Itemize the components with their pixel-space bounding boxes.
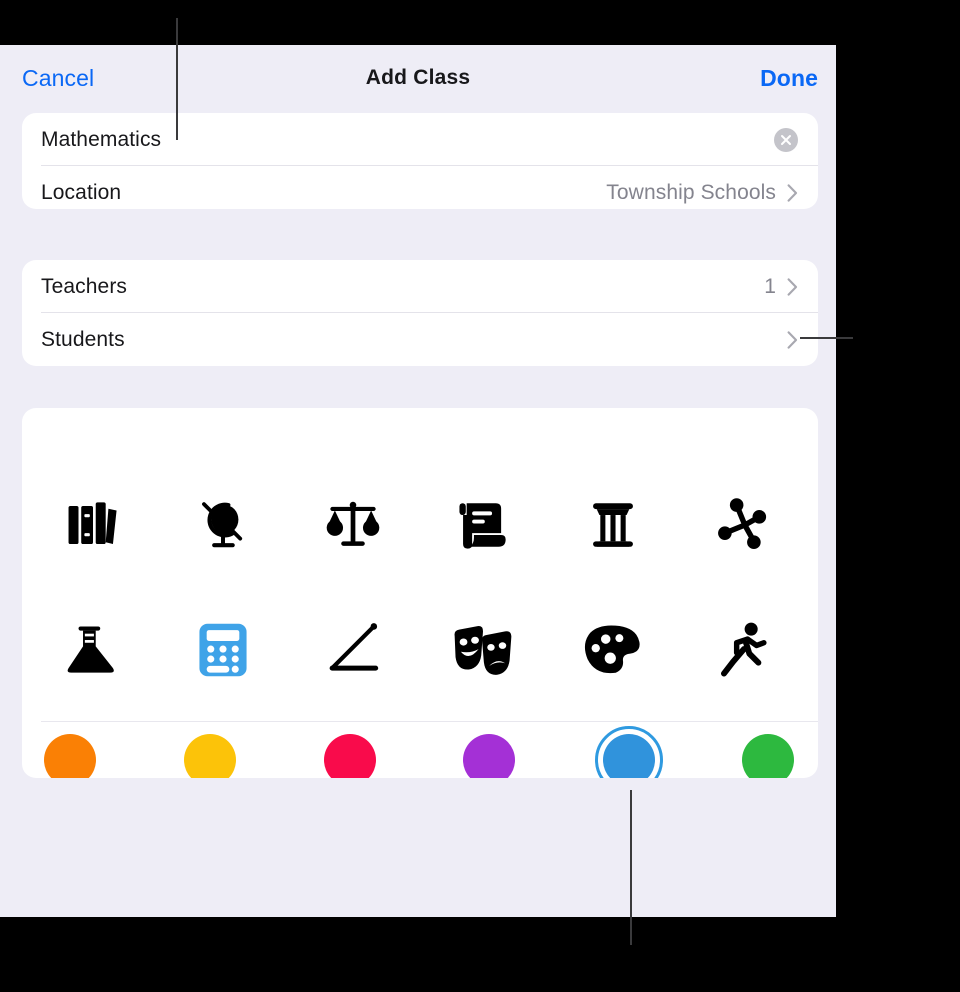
chevron-right-icon (787, 330, 798, 349)
runner-icon[interactable] (695, 602, 791, 698)
screenshot-root: Cancel Add Class Done Mathematics Locati… (0, 0, 960, 992)
modal-navbar: Cancel Add Class Done (0, 45, 836, 113)
students-label: Students (41, 327, 125, 351)
books-icon[interactable] (45, 477, 141, 573)
callout-students-row (800, 337, 853, 339)
callout-name-field (176, 18, 178, 140)
teachers-row[interactable]: Teachers 1 (22, 260, 818, 313)
page-title: Add Class (365, 66, 471, 89)
done-button[interactable]: Done (760, 65, 818, 92)
icon-color-picker-card (22, 408, 818, 778)
scales-glyph (326, 501, 380, 546)
globe-glyph (202, 502, 243, 548)
books-glyph (68, 502, 117, 545)
angle-glyph (329, 623, 379, 671)
masks-glyph (454, 625, 512, 675)
color-swatch-orange[interactable] (44, 734, 96, 778)
color-swatch-green[interactable] (742, 734, 794, 778)
runner-glyph (721, 622, 767, 677)
students-row[interactable]: Students (22, 313, 818, 366)
column-icon[interactable] (565, 477, 661, 573)
location-value: Township Schools (606, 180, 776, 204)
molecule-icon[interactable] (695, 477, 791, 573)
class-info-card: Mathematics Location Township Schools (22, 113, 818, 209)
clear-circle-icon[interactable] (774, 127, 798, 152)
chevron-right-icon (787, 277, 798, 296)
scroll-glyph (459, 503, 506, 549)
column-glyph (593, 503, 633, 547)
location-row[interactable]: Location Township Schools (22, 166, 818, 209)
roster-card: Teachers 1 Students (22, 260, 818, 366)
palette-glyph (584, 625, 640, 674)
molecule-glyph (718, 498, 767, 550)
callout-color-picker (630, 790, 632, 945)
class-name-input[interactable]: Mathematics (41, 128, 161, 152)
calculator-glyph (199, 623, 247, 677)
scroll-icon[interactable] (435, 477, 531, 573)
class-name-row[interactable]: Mathematics (22, 113, 818, 166)
location-label: Location (41, 180, 122, 204)
teachers-label: Teachers (41, 274, 128, 298)
flask-icon[interactable] (45, 602, 141, 698)
globe-icon[interactable] (175, 477, 271, 573)
flask-glyph (67, 626, 114, 673)
angle-ruler-icon[interactable] (305, 602, 401, 698)
calculator-icon[interactable] (175, 602, 271, 698)
chevron-right-icon (787, 183, 798, 202)
color-swatch-yellow[interactable] (184, 734, 236, 778)
color-swatch-blue[interactable] (603, 734, 655, 778)
color-swatch-purple[interactable] (463, 734, 515, 778)
close-x-glyph (781, 134, 791, 145)
scales-icon[interactable] (305, 477, 401, 573)
teachers-count: 1 (764, 274, 776, 298)
palette-icon[interactable] (565, 602, 661, 698)
add-class-modal: Cancel Add Class Done Mathematics Locati… (0, 45, 836, 917)
color-picker-row (22, 721, 818, 778)
icon-grid (22, 408, 818, 721)
theater-masks-icon[interactable] (435, 602, 531, 698)
color-swatch-pink[interactable] (324, 734, 376, 778)
